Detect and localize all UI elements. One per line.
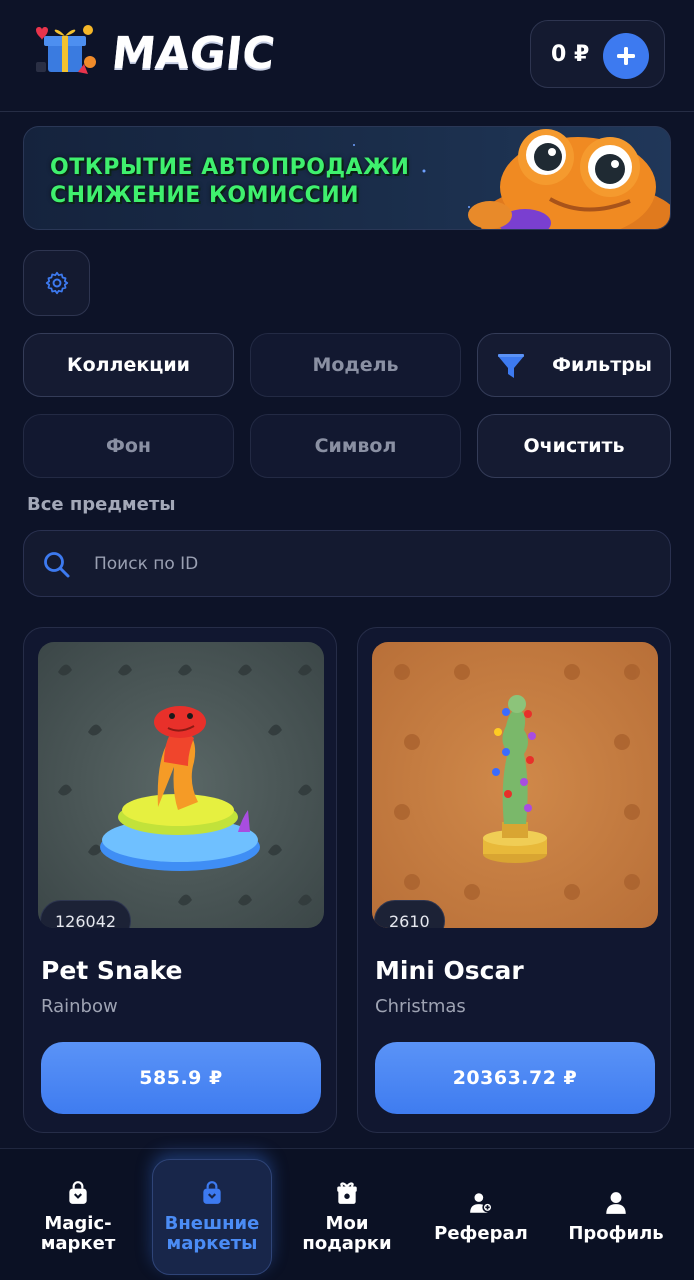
item-subtitle: Christmas xyxy=(375,996,466,1017)
search-bar[interactable] xyxy=(23,530,671,597)
nav-label: Реферал xyxy=(434,1223,528,1244)
banner-line-2: СНИЖЕНИЕ КОМИССИИ xyxy=(50,183,360,208)
item-id-badge: 126042 xyxy=(40,900,132,928)
background-filter-button[interactable]: Фон xyxy=(23,414,234,478)
buy-button[interactable]: 585.9 ₽ xyxy=(41,1042,321,1114)
section-title: Все предметы xyxy=(27,494,176,515)
users-icon xyxy=(470,1193,493,1213)
balance-amount: 0 ₽ xyxy=(551,42,590,67)
mini-oscar-icon xyxy=(394,664,640,900)
gift-icon xyxy=(337,1182,357,1204)
search-input[interactable] xyxy=(94,531,654,596)
nav-label: Magic- маркет xyxy=(40,1213,116,1254)
magic-logo-icon xyxy=(30,22,100,86)
nav-referral[interactable]: Реферал xyxy=(421,1159,541,1275)
buy-button[interactable]: 20363.72 ₽ xyxy=(375,1042,655,1114)
shopping-bag-icon xyxy=(69,1181,87,1204)
nav-label: Мои подарки xyxy=(302,1213,392,1254)
item-name: Pet Snake xyxy=(41,956,183,985)
item-card[interactable]: 126042 Pet Snake Rainbow 585.9 ₽ xyxy=(23,627,337,1133)
symbol-filter-label: Символ xyxy=(314,435,397,457)
bottom-navigation: Magic- маркет Внешние маркеты Мои подарк… xyxy=(0,1148,694,1280)
user-icon xyxy=(606,1192,626,1214)
filters-label: Фильтры xyxy=(552,354,652,376)
nav-external-markets[interactable]: Внешние маркеты xyxy=(152,1159,272,1275)
nav-my-gifts[interactable]: Мои подарки xyxy=(287,1159,407,1275)
banner-line-1: ОТКРЫТИЕ АВТОПРОДАЖИ xyxy=(50,155,410,180)
nav-label: Внешние маркеты xyxy=(164,1213,260,1254)
symbol-filter-button[interactable]: Символ xyxy=(250,414,461,478)
balance-widget[interactable]: 0 ₽ xyxy=(530,20,665,88)
nav-magic-market[interactable]: Magic- маркет xyxy=(18,1159,138,1275)
pet-snake-icon xyxy=(58,664,312,906)
item-image[interactable]: 126042 xyxy=(38,642,324,928)
frog-mascot-icon xyxy=(460,127,670,229)
item-card[interactable]: 2610 Mini Oscar Christmas 20363.72 ₽ xyxy=(357,627,671,1133)
app-header: MAGIC 0 ₽ xyxy=(0,0,694,112)
gear-icon xyxy=(45,271,68,295)
shopping-bag-icon xyxy=(203,1181,221,1204)
model-filter-label: Модель xyxy=(312,354,399,376)
collections-filter-button[interactable]: Коллекции xyxy=(23,333,234,397)
funnel-icon xyxy=(498,354,524,378)
model-filter-button[interactable]: Модель xyxy=(250,333,461,397)
filters-button[interactable]: Фильтры xyxy=(477,333,671,397)
promo-banner[interactable]: ОТКРЫТИЕ АВТОПРОДАЖИ СНИЖЕНИЕ КОМИССИИ xyxy=(23,126,671,230)
background-filter-label: Фон xyxy=(105,435,152,457)
plus-icon xyxy=(617,47,635,65)
clear-filters-label: Очистить xyxy=(523,435,625,457)
nav-profile[interactable]: Профиль xyxy=(556,1159,676,1275)
nav-label: Профиль xyxy=(568,1223,664,1244)
item-id-badge: 2610 xyxy=(374,900,445,928)
item-subtitle: Rainbow xyxy=(41,996,118,1017)
collections-filter-label: Коллекции xyxy=(67,354,190,376)
item-image[interactable]: 2610 xyxy=(372,642,658,928)
item-name: Mini Oscar xyxy=(375,956,524,985)
add-funds-button[interactable] xyxy=(603,33,649,79)
settings-button[interactable] xyxy=(23,250,90,316)
clear-filters-button[interactable]: Очистить xyxy=(477,414,671,478)
app-title: MAGIC xyxy=(109,28,278,79)
search-icon xyxy=(44,552,70,578)
